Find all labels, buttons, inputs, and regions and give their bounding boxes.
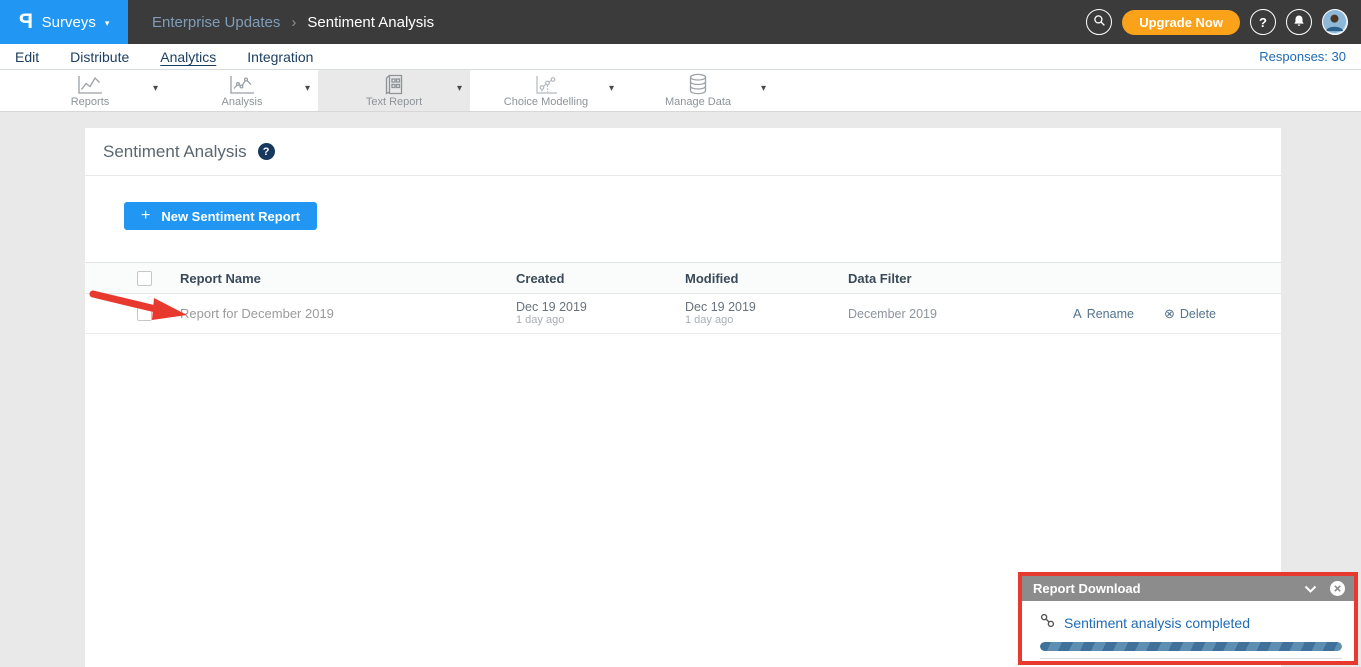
scatter-chart-icon bbox=[229, 74, 255, 95]
analytics-toolbar: Reports ▾ Analysis ▾ Text Report ▾ Choic… bbox=[0, 70, 1361, 112]
report-download-header[interactable]: Report Download bbox=[1022, 576, 1354, 601]
row-checkbox[interactable] bbox=[137, 306, 152, 321]
caret-down-icon[interactable]: ▾ bbox=[609, 83, 614, 94]
rename-label: Rename bbox=[1087, 307, 1134, 321]
database-icon bbox=[687, 74, 709, 95]
top-header: P Surveys ▾ Enterprise Updates › Sentime… bbox=[0, 0, 1361, 44]
search-icon bbox=[1093, 14, 1106, 30]
nav-tab-distribute[interactable]: Distribute bbox=[70, 49, 129, 65]
rename-button[interactable]: A Rename bbox=[1073, 306, 1134, 322]
header-actions: Upgrade Now ? bbox=[1086, 9, 1361, 35]
toolbar-item-label: Text Report bbox=[366, 96, 422, 108]
toolbar-item-analysis[interactable]: Analysis ▾ bbox=[166, 70, 318, 111]
app-logo-icon: P bbox=[19, 10, 33, 34]
breadcrumb-survey-link[interactable]: Enterprise Updates bbox=[152, 14, 280, 31]
rename-icon: A bbox=[1073, 306, 1082, 321]
modified-relative: 1 day ago bbox=[685, 314, 848, 327]
toolbar-item-label: Choice Modelling bbox=[504, 96, 588, 108]
page-help-icon[interactable]: ? bbox=[258, 143, 275, 160]
toolbar-item-label: Reports bbox=[71, 96, 110, 108]
caret-down-icon: ▾ bbox=[105, 16, 110, 29]
toolbar-item-label: Analysis bbox=[222, 96, 263, 108]
search-button[interactable] bbox=[1086, 9, 1112, 35]
line-chart-icon bbox=[77, 74, 103, 95]
nav-tab-integration[interactable]: Integration bbox=[247, 49, 313, 65]
nav-tab-edit[interactable]: Edit bbox=[15, 49, 39, 65]
download-link-row[interactable]: Sentiment analysis completed bbox=[1040, 613, 1342, 633]
column-header-modified: Modified bbox=[685, 271, 848, 286]
caret-down-icon[interactable]: ▾ bbox=[153, 83, 158, 94]
report-name-link[interactable]: Report for December 2019 bbox=[180, 306, 516, 321]
column-header-created: Created bbox=[516, 271, 685, 286]
toolbar-item-choice-modelling[interactable]: Choice Modelling ▾ bbox=[470, 70, 622, 111]
toolbar-item-text-report[interactable]: Text Report ▾ bbox=[318, 70, 470, 111]
breadcrumb-separator-icon: › bbox=[291, 14, 296, 31]
link-icon bbox=[1040, 613, 1055, 633]
help-icon: ? bbox=[1259, 15, 1267, 30]
toolbar-item-label: Manage Data bbox=[665, 96, 731, 108]
new-sentiment-report-button[interactable]: + New Sentiment Report bbox=[124, 202, 317, 230]
plus-icon: + bbox=[141, 207, 150, 225]
delete-icon: ⊗ bbox=[1164, 306, 1175, 322]
close-icon[interactable] bbox=[1330, 581, 1345, 596]
data-filter-cell: December 2019 bbox=[848, 307, 1038, 321]
choice-chart-icon bbox=[534, 74, 558, 95]
table-row: Report for December 2019 Dec 19 2019 1 d… bbox=[85, 294, 1281, 334]
download-link-label[interactable]: Sentiment analysis completed bbox=[1064, 615, 1250, 631]
upgrade-now-button[interactable]: Upgrade Now bbox=[1122, 10, 1240, 35]
created-date: Dec 19 2019 bbox=[516, 300, 685, 314]
breadcrumb-current-page: Sentiment Analysis bbox=[307, 14, 434, 31]
download-progress-bar bbox=[1040, 642, 1342, 651]
delete-button[interactable]: ⊗ Delete bbox=[1164, 306, 1216, 322]
new-sentiment-report-label: New Sentiment Report bbox=[161, 209, 300, 224]
caret-down-icon[interactable]: ▾ bbox=[761, 83, 766, 94]
bell-icon bbox=[1292, 14, 1306, 31]
caret-down-icon[interactable]: ▾ bbox=[457, 83, 462, 94]
download-progress-fill bbox=[1040, 642, 1342, 651]
toolbar-item-manage-data[interactable]: Manage Data ▾ bbox=[622, 70, 774, 111]
table-header-row: Report Name Created Modified Data Filter bbox=[85, 262, 1281, 294]
modified-cell: Dec 19 2019 1 day ago bbox=[685, 300, 848, 327]
product-switcher-label: Surveys bbox=[42, 14, 96, 31]
breadcrumb: Enterprise Updates › Sentiment Analysis bbox=[152, 14, 434, 31]
column-header-data-filter: Data Filter bbox=[848, 271, 1038, 286]
collapse-chevron-icon[interactable] bbox=[1304, 585, 1317, 593]
report-download-body: Sentiment analysis completed bbox=[1022, 601, 1354, 659]
created-cell: Dec 19 2019 1 day ago bbox=[516, 300, 685, 327]
responses-count[interactable]: Responses: 30 bbox=[1259, 49, 1346, 64]
panel-actions bbox=[1304, 581, 1345, 596]
product-switcher[interactable]: P Surveys ▾ bbox=[0, 0, 128, 44]
user-avatar[interactable] bbox=[1322, 9, 1348, 35]
panel-divider bbox=[1040, 658, 1342, 659]
nav-tab-analytics[interactable]: Analytics bbox=[160, 49, 216, 65]
delete-label: Delete bbox=[1180, 307, 1216, 321]
toolbar-item-reports[interactable]: Reports ▾ bbox=[14, 70, 166, 111]
modified-date: Dec 19 2019 bbox=[685, 300, 848, 314]
report-download-panel: Report Download Sentiment analysis compl… bbox=[1018, 572, 1358, 665]
survey-nav: Edit Distribute Analytics Integration Re… bbox=[0, 44, 1361, 70]
caret-down-icon[interactable]: ▾ bbox=[305, 83, 310, 94]
report-download-title: Report Download bbox=[1033, 581, 1141, 596]
reports-table: Report Name Created Modified Data Filter… bbox=[85, 262, 1281, 334]
notifications-button[interactable] bbox=[1286, 9, 1312, 35]
created-relative: 1 day ago bbox=[516, 314, 685, 327]
page-title: Sentiment Analysis bbox=[103, 142, 247, 162]
column-header-report-name: Report Name bbox=[180, 271, 516, 286]
select-all-checkbox[interactable] bbox=[137, 271, 152, 286]
row-actions: A Rename ⊗ Delete bbox=[1038, 306, 1216, 322]
document-report-icon bbox=[384, 74, 404, 95]
panel-title-row: Sentiment Analysis ? bbox=[85, 128, 1281, 176]
help-button[interactable]: ? bbox=[1250, 9, 1276, 35]
